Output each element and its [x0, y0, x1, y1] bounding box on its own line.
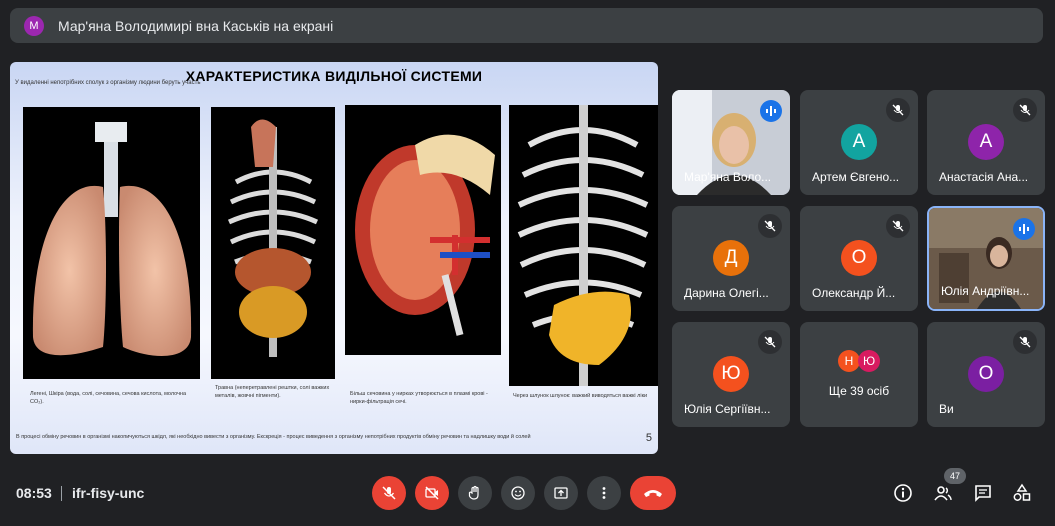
- participant-name: Анастасія Ана...: [939, 170, 1029, 184]
- emoji-icon: [511, 486, 525, 500]
- hand-icon: [468, 485, 479, 500]
- chat-button[interactable]: [971, 481, 995, 505]
- presenter-avatar: M: [24, 15, 44, 36]
- participant-tile[interactable]: Юлія Андріївн...: [927, 206, 1045, 311]
- raise-hand-button[interactable]: [458, 476, 492, 510]
- participant-name: Мар'яна Воло...: [684, 170, 772, 184]
- microphone-toggle-button[interactable]: [372, 476, 406, 510]
- presenting-banner: M Мар'яна Володимирі вна Каськів на екра…: [10, 8, 1043, 43]
- speaking-indicator-icon: [1013, 218, 1035, 240]
- caption-kidney: Більш сечовина у нирках утворюється в пл…: [350, 391, 488, 405]
- self-tile[interactable]: О Ви: [927, 322, 1045, 427]
- participant-avatar: А: [968, 124, 1004, 160]
- participant-avatar: Ю: [713, 356, 749, 392]
- participant-tile[interactable]: Ю Юлія Сергіївн...: [672, 322, 790, 427]
- digestive-system-image: [211, 107, 335, 379]
- lungs-image: [23, 107, 200, 379]
- participant-avatar: Д: [713, 240, 749, 276]
- participant-name: Юлія Андріївн...: [941, 284, 1030, 298]
- participant-name: Юлія Сергіївн...: [684, 402, 771, 416]
- presenting-text: Мар'яна Володимирі вна Каськів на екрані: [58, 17, 334, 34]
- reactions-button[interactable]: [501, 476, 535, 510]
- others-count-label: Ще 39 осіб: [828, 384, 890, 398]
- participant-name: Олександр Й...: [812, 286, 896, 300]
- mic-off-icon: [1013, 330, 1037, 354]
- others-avatar: Ю: [858, 350, 880, 372]
- present-icon: [554, 487, 568, 499]
- mic-off-icon: [1013, 98, 1037, 122]
- participant-tile[interactable]: Д Дарина Олегі...: [672, 206, 790, 311]
- participant-tile[interactable]: Мар'яна Воло...: [672, 90, 790, 195]
- participant-tile[interactable]: О Олександр Й...: [800, 206, 918, 311]
- meeting-details-button[interactable]: [891, 481, 915, 505]
- mic-off-icon: [758, 330, 782, 354]
- camera-off-icon: [425, 486, 439, 500]
- mic-off-icon: [886, 98, 910, 122]
- hang-up-icon: [644, 490, 662, 497]
- ribcage-image: [509, 105, 658, 386]
- shared-slide: ХАРАКТЕРИСТИКА ВИДІЛЬНОЇ СИСТЕМИ У видал…: [10, 62, 658, 454]
- meeting-code: ifr-fisy-unc: [72, 485, 145, 501]
- activities-icon: [1013, 483, 1031, 501]
- slide-intro: У видаленні непотрібних сполук з організ…: [15, 80, 201, 86]
- others-tile[interactable]: Н Ю Ще 39 осіб: [800, 322, 918, 427]
- show-everyone-button[interactable]: [931, 481, 955, 505]
- info-icon: [894, 484, 912, 502]
- caption-lungs: Легені, Шкіра (вода, солі, сечовина, сеч…: [30, 391, 187, 405]
- kidney-image: [345, 105, 501, 355]
- mic-off-icon: [886, 214, 910, 238]
- divider: [61, 486, 62, 501]
- leave-call-button[interactable]: [630, 476, 676, 510]
- participant-name: Дарина Олегі...: [684, 286, 769, 300]
- people-icon: [934, 486, 952, 501]
- slide-page-number: 5: [645, 432, 652, 444]
- participant-avatar: О: [968, 356, 1004, 392]
- participant-name: Артем Євгено...: [812, 170, 900, 184]
- chat-icon: [975, 485, 991, 502]
- participant-name: Ви: [939, 402, 954, 416]
- slide-footer: В процесі обміну речовин в організмі нак…: [16, 434, 531, 440]
- more-options-button[interactable]: [587, 476, 621, 510]
- caption-ribcage: Через шлунок шлунок: важкий виводяться в…: [513, 393, 648, 399]
- activities-button[interactable]: [1010, 481, 1034, 505]
- participant-avatar: А: [841, 124, 877, 160]
- mic-off-icon: [382, 486, 396, 500]
- more-vert-icon: [602, 487, 606, 499]
- speaking-indicator-icon: [760, 100, 782, 122]
- participant-tile[interactable]: А Артем Євгено...: [800, 90, 918, 195]
- meeting-clock: 08:53: [16, 485, 52, 501]
- camera-toggle-button[interactable]: [415, 476, 449, 510]
- others-avatar: Н: [838, 350, 860, 372]
- participant-avatar: О: [841, 240, 877, 276]
- caption-digestive: Травна (неперетравлені рештки, солі важк…: [215, 385, 330, 399]
- mic-off-icon: [758, 214, 782, 238]
- present-screen-button[interactable]: [544, 476, 578, 510]
- participant-tile[interactable]: А Анастасія Ана...: [927, 90, 1045, 195]
